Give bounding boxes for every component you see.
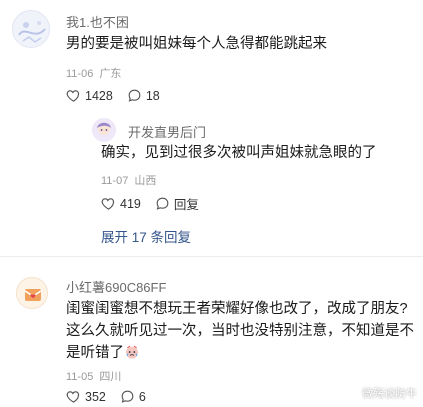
reply-text: 确实，见到过很多次被叫声姐妹就急眼的了 xyxy=(101,145,377,161)
heart-icon xyxy=(101,198,115,210)
reply-button[interactable]: 6 xyxy=(120,389,146,404)
avatar-art-icon xyxy=(13,11,49,47)
comment-text-line: 闺蜜闺蜜想不想玩王者荣耀好像也改了，改成了朋友? xyxy=(66,301,408,317)
heart-icon xyxy=(66,391,80,403)
comment-bubble-icon xyxy=(121,390,134,403)
like-count: 352 xyxy=(85,389,106,404)
avatar[interactable] xyxy=(16,277,48,309)
comment-location: 广东 xyxy=(99,68,122,80)
reply-location: 山西 xyxy=(134,175,157,187)
comment-text: 男的要是被叫姐妹每个人急得都能跳起来 xyxy=(66,36,327,52)
reply-like-button[interactable]: 419 xyxy=(101,196,141,211)
like-button[interactable]: 352 xyxy=(66,389,106,404)
divider xyxy=(0,256,423,257)
comment-actions: 1428 18 xyxy=(66,88,174,103)
comment-date: 11-06 xyxy=(66,68,94,80)
like-count: 1428 xyxy=(85,88,113,103)
avatar[interactable] xyxy=(12,10,50,48)
comment-actions: 352 6 xyxy=(66,389,160,404)
reply-date: 11-07 xyxy=(101,175,129,187)
comment-meta: 11-06 广东 xyxy=(66,65,127,81)
crying-face-emoji-icon xyxy=(126,345,138,359)
avatar-anime-icon xyxy=(92,118,116,142)
username[interactable]: 小红薯690C86FF xyxy=(66,277,166,296)
redbook-avatar-icon xyxy=(17,278,47,308)
comment-text-line: 这么久就听见过一次，当时也没特别注意，不知道是不 xyxy=(66,323,414,339)
comment-text-end: 是听错了 xyxy=(66,345,124,361)
heart-icon xyxy=(66,90,80,102)
reply-actions: 419 回复 xyxy=(101,194,213,213)
comment-date: 11-05 xyxy=(66,371,94,383)
reply-meta: 11-07 山西 xyxy=(101,172,162,188)
reply-button[interactable]: 18 xyxy=(127,88,160,103)
reply-like-count: 419 xyxy=(120,196,141,211)
comment-location: 四川 xyxy=(99,371,122,383)
expand-replies-link[interactable]: 展开 17 条回复 xyxy=(101,226,191,246)
reply-username[interactable]: 开发直男后门 xyxy=(128,122,206,141)
reply-count: 18 xyxy=(145,88,160,103)
username[interactable]: 我1.也不困 xyxy=(66,12,129,31)
reply-reply-label: 回复 xyxy=(173,198,199,212)
comment-bubble-icon xyxy=(156,197,169,210)
comment-meta: 11-05 四川 xyxy=(66,368,127,384)
reply-count: 6 xyxy=(138,389,146,404)
reply-avatar[interactable] xyxy=(92,118,116,142)
comment-bubble-icon xyxy=(128,89,141,102)
comment-text-line: 是听错了 xyxy=(66,342,418,364)
reply-reply-button[interactable]: 回复 xyxy=(155,194,199,213)
watermark: 微殇谈防牛 xyxy=(362,388,417,400)
like-button[interactable]: 1428 xyxy=(66,88,113,103)
comment-text: 闺蜜闺蜜想不想玩王者荣耀好像也改了，改成了朋友? 这么久就听见过一次，当时也没特… xyxy=(66,298,418,364)
